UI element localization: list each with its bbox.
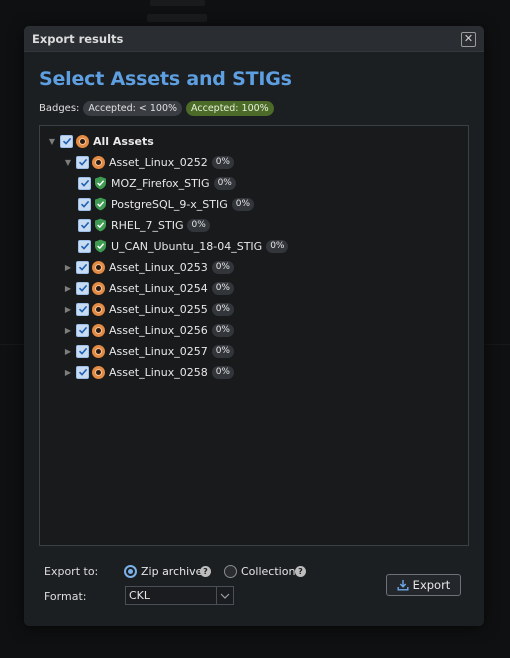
export-results-dialog: Export results ✕ Select Assets and STIGs… [24, 26, 484, 626]
badge-partial: Accepted: < 100% [83, 100, 183, 116]
expanded-arrow-icon[interactable]: ▼ [62, 156, 74, 168]
help-icon[interactable]: ? [295, 566, 306, 577]
download-icon [397, 576, 409, 595]
percent-badge: 0% [187, 218, 210, 232]
format-label: Format: [44, 590, 87, 603]
checkbox[interactable] [76, 260, 89, 274]
asset-label: Asset_Linux_0256 [109, 323, 208, 337]
asset-icon [92, 344, 105, 358]
badges-label: Badges: [39, 102, 80, 114]
collapsed-arrow-icon[interactable]: ▶ [62, 366, 74, 378]
help-icon[interactable]: ? [200, 566, 211, 577]
asset-icon [92, 281, 105, 295]
shield-check-icon [94, 239, 107, 253]
percent-badge: 0% [211, 281, 234, 295]
checkbox[interactable] [76, 281, 89, 295]
expanded-arrow-icon[interactable]: ▼ [46, 135, 58, 147]
tree-asset-node[interactable]: ▶ Asset_Linux_0254 0% [62, 279, 234, 297]
asset-icon [76, 134, 89, 148]
background-fragment [484, 344, 510, 345]
asset-icon [92, 260, 105, 274]
page-title: Select Assets and STIGs [39, 68, 292, 90]
checkbox[interactable] [60, 134, 73, 148]
checkbox[interactable] [78, 197, 91, 211]
asset-label: Asset_Linux_0252 [109, 155, 208, 169]
tree-asset-node[interactable]: ▶ Asset_Linux_0253 0% [62, 258, 234, 276]
zip-archive-radio[interactable] [124, 565, 137, 578]
asset-label: Asset_Linux_0254 [109, 281, 208, 295]
tree-root-all-assets[interactable]: ▼ All Assets [46, 132, 154, 150]
export-button[interactable]: Export [386, 574, 461, 596]
background-fragment [0, 344, 24, 345]
tree-asset-node[interactable]: ▶ Asset_Linux_0255 0% [62, 300, 234, 318]
shield-check-icon [94, 197, 107, 211]
export-to-label: Export to: [44, 565, 99, 578]
collapsed-arrow-icon[interactable]: ▶ [62, 261, 74, 273]
asset-label: Asset_Linux_0255 [109, 302, 208, 316]
badge-full: Accepted: 100% [186, 100, 274, 116]
asset-stig-tree: ▼ All Assets ▼ Asset_Linux_0252 0% MOZ_Firefo… [39, 125, 469, 546]
tree-root-label: All Assets [93, 134, 154, 148]
background-fragment [147, 14, 207, 22]
checkbox[interactable] [76, 155, 89, 169]
percent-badge: 0% [266, 239, 289, 253]
shield-check-icon [94, 176, 107, 190]
dialog-header: Export results ✕ [24, 26, 484, 52]
percent-badge: 0% [211, 260, 234, 274]
percent-badge: 0% [213, 176, 236, 190]
stig-label: U_CAN_Ubuntu_18-04_STIG [111, 239, 263, 253]
checkbox[interactable] [76, 365, 89, 379]
tree-stig-node[interactable]: RHEL_7_STIG 0% [78, 216, 210, 234]
tree-asset-node[interactable]: ▼ Asset_Linux_0252 0% [62, 153, 234, 171]
tree-stig-node[interactable]: MOZ_Firefox_STIG 0% [78, 174, 236, 192]
tree-stig-node[interactable]: U_CAN_Ubuntu_18-04_STIG 0% [78, 237, 289, 255]
collection-label[interactable]: Collection [241, 565, 295, 578]
tree-asset-node[interactable]: ▶ Asset_Linux_0258 0% [62, 363, 234, 381]
asset-icon [92, 323, 105, 337]
checkbox[interactable] [76, 344, 89, 358]
tree-asset-node[interactable]: ▶ Asset_Linux_0256 0% [62, 321, 234, 339]
zip-archive-label[interactable]: Zip archive [141, 565, 202, 578]
percent-badge: 0% [211, 344, 234, 358]
dialog-title: Export results [32, 32, 124, 46]
asset-label: Asset_Linux_0258 [109, 365, 208, 379]
tree-asset-node[interactable]: ▶ Asset_Linux_0257 0% [62, 342, 234, 360]
asset-label: Asset_Linux_0253 [109, 260, 208, 274]
shield-check-icon [94, 218, 107, 232]
export-button-label: Export [412, 578, 451, 592]
collection-radio[interactable] [224, 565, 237, 578]
percent-badge: 0% [231, 197, 255, 211]
checkbox[interactable] [78, 176, 91, 190]
stig-label: RHEL_7_STIG [111, 218, 184, 232]
percent-badge: 0% [211, 365, 234, 379]
checkbox[interactable] [76, 323, 89, 337]
collapsed-arrow-icon[interactable]: ▶ [62, 303, 74, 315]
percent-badge: 0% [211, 302, 234, 316]
collapsed-arrow-icon[interactable]: ▶ [62, 282, 74, 294]
chevron-down-icon[interactable] [216, 587, 233, 604]
format-select[interactable]: CKL [125, 586, 234, 605]
stig-label: PostgreSQL_9-x_STIG [111, 197, 228, 211]
asset-label: Asset_Linux_0257 [109, 344, 208, 358]
background-fragment [150, 0, 205, 6]
checkbox[interactable] [76, 302, 89, 316]
checkbox[interactable] [78, 218, 91, 232]
collapsed-arrow-icon[interactable]: ▶ [62, 345, 74, 357]
badges-legend: Badges: Accepted: < 100% Accepted: 100% [39, 100, 278, 116]
format-value: CKL [129, 589, 151, 602]
checkbox[interactable] [78, 239, 91, 253]
asset-icon [92, 365, 105, 379]
stig-label: MOZ_Firefox_STIG [111, 176, 210, 190]
close-icon[interactable]: ✕ [461, 32, 476, 47]
asset-icon [92, 155, 105, 169]
asset-icon [92, 302, 105, 316]
collapsed-arrow-icon[interactable]: ▶ [62, 324, 74, 336]
tree-stig-node[interactable]: PostgreSQL_9-x_STIG 0% [78, 195, 255, 213]
percent-badge: 0% [211, 323, 234, 337]
percent-badge: 0% [211, 155, 234, 169]
